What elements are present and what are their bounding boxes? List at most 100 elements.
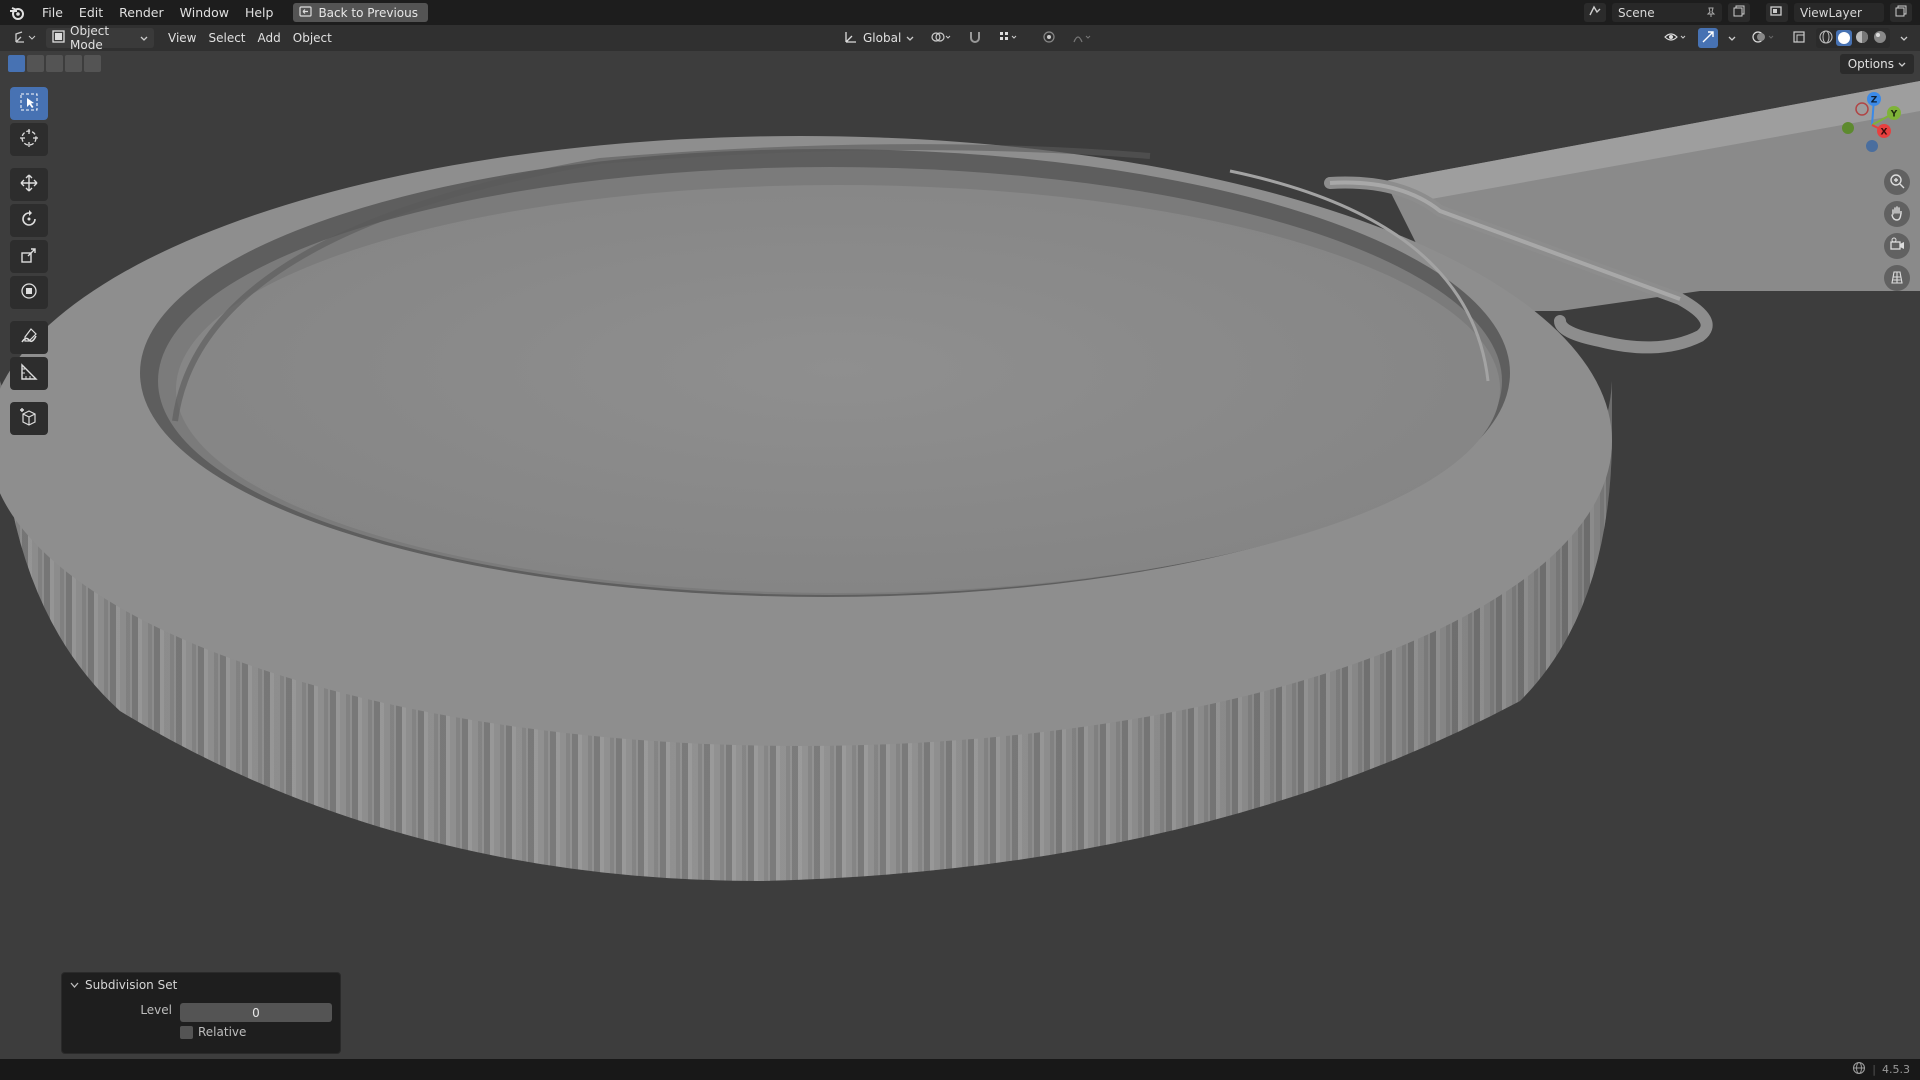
scene-browse-button[interactable] [1584, 3, 1606, 22]
level-field[interactable]: 0 [180, 1003, 332, 1022]
pin-icon[interactable] [1706, 6, 1716, 20]
solid-shading-icon[interactable] [1836, 30, 1852, 46]
gizmo-icon [1701, 30, 1715, 47]
perspective-toggle-button[interactable] [1884, 265, 1910, 291]
overlays-toggle[interactable] [1746, 28, 1782, 48]
menu-render[interactable]: Render [111, 0, 172, 25]
transform-tool[interactable] [10, 276, 48, 309]
camera-view-button[interactable] [1884, 233, 1910, 259]
menu-select[interactable]: Select [202, 28, 251, 48]
view-layer-browse-button[interactable] [1766, 3, 1788, 22]
level-label: Level [140, 1003, 172, 1017]
menu-help[interactable]: Help [237, 0, 282, 25]
chevron-down-icon [906, 31, 914, 45]
gizmo-dropdown[interactable] [1722, 28, 1742, 48]
gizmo-neg-z-icon[interactable] [1866, 140, 1878, 152]
rendered-shading-icon[interactable] [1872, 29, 1888, 48]
menu-file[interactable]: File [34, 0, 71, 25]
move-tool[interactable] [10, 168, 48, 201]
chevron-down-icon [1728, 31, 1736, 45]
select-new-icon[interactable] [8, 55, 25, 72]
new-scene-button[interactable] [1728, 3, 1750, 22]
orientation-dropdown[interactable]: Global [838, 28, 920, 48]
xray-toggle[interactable] [1786, 28, 1812, 48]
blender-logo-icon[interactable] [0, 0, 34, 25]
pivot-icon [930, 30, 952, 47]
new-view-layer-button[interactable] [1890, 3, 1912, 22]
object-mode-icon [52, 30, 65, 46]
annotate-icon [19, 326, 39, 349]
material-shading-icon[interactable] [1854, 29, 1870, 48]
tool-shelf [10, 87, 48, 435]
wireframe-shading-icon[interactable] [1818, 29, 1834, 48]
back-icon [299, 5, 313, 20]
rotate-icon [19, 209, 39, 232]
shading-options-dropdown[interactable] [1894, 28, 1914, 48]
proportional-edit-toggle[interactable] [1036, 28, 1062, 48]
select-intersect-icon[interactable] [84, 55, 101, 72]
scene-field[interactable]: Scene [1612, 3, 1722, 22]
menu-object[interactable]: Object [287, 28, 338, 48]
menu-view[interactable]: View [162, 28, 202, 48]
scene-render [0, 81, 1920, 881]
relative-checkbox-row[interactable]: Relative [180, 1025, 246, 1039]
view-layer-name: ViewLayer [1800, 5, 1862, 20]
gizmo-neg-y-icon[interactable] [1842, 122, 1854, 134]
zoom-icon [1889, 173, 1905, 192]
measure-tool[interactable] [10, 357, 48, 390]
viewport-editor-icon [14, 30, 36, 47]
add-cube-tool[interactable] [10, 402, 48, 435]
scale-tool[interactable] [10, 240, 48, 273]
orientation-label: Global [863, 31, 902, 45]
gizmo-toggle[interactable] [1698, 28, 1718, 48]
select-subtract-icon[interactable] [46, 55, 63, 72]
visibility-dropdown[interactable] [1658, 28, 1694, 48]
3d-viewport[interactable]: Options Z Y X Subdivision Set Level 0 Re… [0, 51, 1920, 1059]
scale-icon [19, 245, 39, 268]
magnet-icon [968, 30, 982, 47]
scene-name: Scene [1618, 5, 1655, 20]
chevron-down-icon [1900, 31, 1908, 45]
gizmo-neg-x-icon[interactable] [1855, 102, 1869, 116]
camera-icon [1889, 237, 1905, 256]
pivot-point-dropdown[interactable] [924, 28, 958, 48]
pan-button[interactable] [1884, 201, 1910, 227]
add-cube-icon [19, 407, 39, 430]
navigation-gizmo[interactable]: Z Y X [1832, 85, 1912, 165]
cursor-tool[interactable] [10, 123, 48, 156]
object-mode-dropdown[interactable]: Object Mode [46, 24, 154, 52]
gizmo-y-label: Y [1890, 110, 1898, 120]
relative-checkbox[interactable] [180, 1025, 193, 1039]
snap-toggle[interactable] [962, 28, 988, 48]
transform-controls: Global [838, 28, 1100, 48]
move-icon [19, 173, 39, 196]
select-mode-group [8, 55, 101, 72]
rotate-tool[interactable] [10, 204, 48, 237]
falloff-dropdown[interactable] [1066, 28, 1100, 48]
select-invert-icon[interactable] [65, 55, 82, 72]
select-extend-icon[interactable] [27, 55, 44, 72]
editor-type-button[interactable] [8, 28, 42, 48]
view-layer-field[interactable]: ViewLayer [1794, 3, 1884, 22]
operator-panel-header[interactable]: Subdivision Set [62, 973, 340, 997]
menu-window[interactable]: Window [172, 0, 237, 25]
hand-icon [1889, 205, 1905, 224]
navigation-buttons [1884, 169, 1910, 291]
network-icon[interactable] [1852, 1061, 1866, 1078]
options-label: Options [1847, 57, 1894, 71]
menu-edit[interactable]: Edit [71, 0, 111, 25]
chevron-down-icon [140, 31, 148, 45]
menu-add[interactable]: Add [252, 28, 287, 48]
status-bar: | 4.5.3 [0, 1059, 1920, 1080]
options-dropdown[interactable]: Options [1839, 54, 1914, 74]
annotate-tool[interactable] [10, 321, 48, 354]
back-to-previous-button[interactable]: Back to Previous [293, 3, 428, 22]
select-box-tool[interactable] [10, 87, 48, 120]
orientation-icon [844, 30, 858, 47]
snap-target-dropdown[interactable] [992, 28, 1026, 48]
xray-icon [1792, 30, 1806, 47]
object-mode-label: Object Mode [70, 24, 110, 52]
zoom-button[interactable] [1884, 169, 1910, 195]
top-right-controls: Scene ViewLayer [1584, 0, 1920, 25]
chevron-down-icon [70, 978, 79, 992]
